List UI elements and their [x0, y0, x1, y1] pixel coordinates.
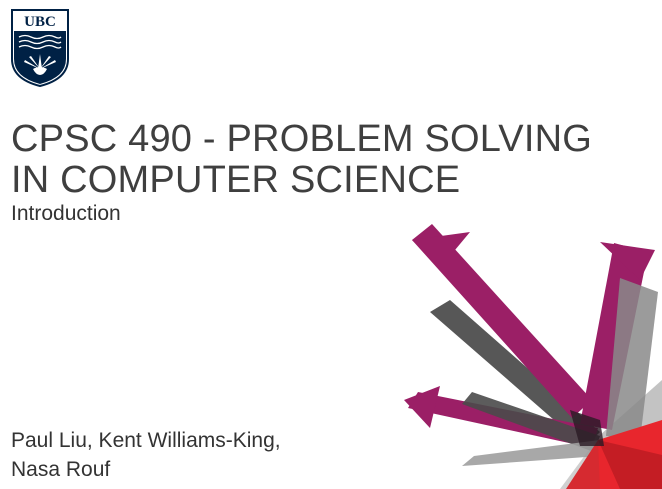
slide-title-line-1: CPSC 490 - PROBLEM SOLVING — [11, 118, 593, 160]
ubc-logo-text: UBC — [24, 14, 56, 30]
decorative-arrows-graphic — [404, 224, 662, 489]
authors-block: Paul Liu, Kent Williams-King, Nasa Rouf — [11, 426, 411, 484]
authors-line-1: Paul Liu, Kent Williams-King, — [11, 429, 281, 452]
title-slide: UBC CPSC 490 - PROBLEM SOLVING IN COMPUT… — [0, 0, 662, 489]
slide-title-line-2: IN COMPUTER SCIENCE — [11, 159, 461, 201]
slide-title: CPSC 490 - PROBLEM SOLVING IN COMPUTER S… — [11, 119, 651, 201]
slide-subtitle: Introduction — [11, 202, 121, 225]
ubc-crest-logo: UBC — [11, 9, 69, 87]
authors-line-2: Nasa Rouf — [11, 458, 111, 481]
